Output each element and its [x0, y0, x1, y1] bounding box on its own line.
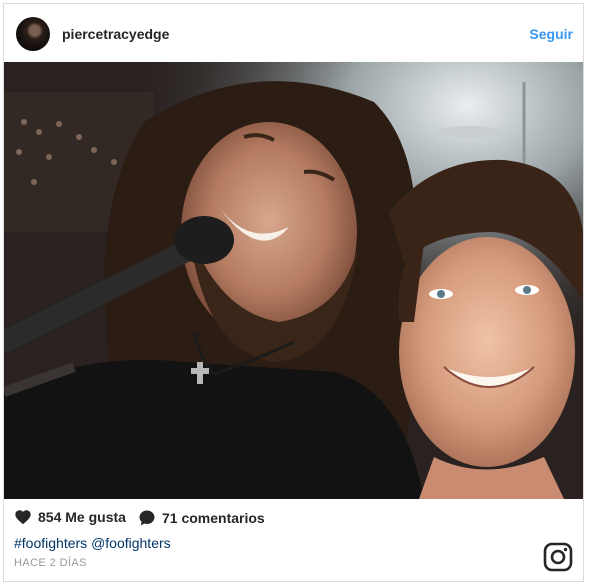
mention-link[interactable]: @foofighters	[91, 535, 171, 551]
timestamp: HACE 2 DÍAS	[14, 557, 87, 569]
avatar[interactable]	[16, 17, 50, 51]
hashtag-link[interactable]: #foofighters	[14, 535, 87, 551]
concert-selfie-image	[4, 62, 583, 499]
heart-icon	[15, 510, 31, 525]
instagram-logo-icon[interactable]	[543, 542, 573, 572]
post-actions: 854 Me gusta 71 comentarios	[14, 509, 574, 531]
username-link[interactable]: piercetracyedge	[62, 26, 169, 42]
post-header: piercetracyedge Seguir	[4, 4, 583, 62]
comments-text: 71 comentarios	[162, 510, 265, 526]
instagram-post-card: piercetracyedge Seguir 854 Me gusta 71 c…	[3, 3, 584, 582]
likes-count[interactable]: 854 Me gusta	[14, 509, 126, 525]
comment-bubble-icon	[139, 510, 155, 526]
post-photo[interactable]	[4, 62, 583, 499]
comments-count[interactable]: 71 comentarios	[138, 509, 265, 527]
caption-tags: #foofighters @foofighters	[14, 535, 171, 551]
follow-button[interactable]: Seguir	[529, 26, 573, 42]
likes-text: 854 Me gusta	[38, 509, 126, 525]
